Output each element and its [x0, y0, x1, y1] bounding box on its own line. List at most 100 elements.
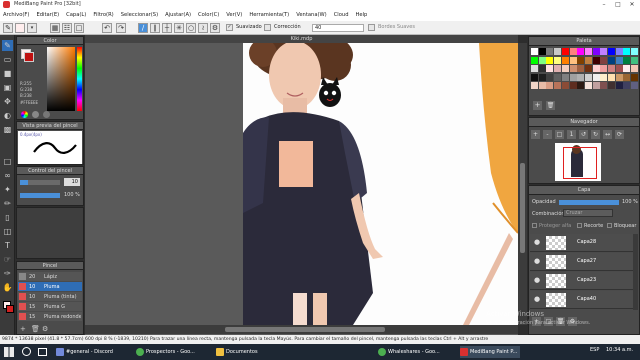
- palette-swatch[interactable]: [623, 73, 631, 81]
- palette-swatch[interactable]: [569, 48, 577, 55]
- taskbar-search-icon[interactable]: [22, 347, 31, 356]
- palette-swatch[interactable]: [554, 82, 562, 89]
- palette-swatch[interactable]: [584, 56, 592, 64]
- palette-swatch[interactable]: [546, 73, 554, 81]
- palette-swatch[interactable]: [546, 65, 554, 72]
- snap-circle-icon[interactable]: ○: [186, 23, 196, 33]
- visibility-eye-icon[interactable]: ●: [534, 276, 540, 284]
- correction-select[interactable]: 40: [312, 24, 364, 32]
- palette-swatch[interactable]: [577, 65, 585, 72]
- divide-tool-icon[interactable]: ◫: [2, 226, 13, 237]
- palette-swatch[interactable]: [631, 65, 639, 72]
- palette-swatch[interactable]: [600, 56, 608, 64]
- palette-swatch[interactable]: [577, 82, 585, 89]
- palette-swatch[interactable]: [631, 82, 639, 89]
- hue-strip[interactable]: [77, 47, 82, 111]
- layer-scrollbar[interactable]: [633, 234, 638, 310]
- menu-herramienta[interactable]: Herramienta(T): [249, 12, 289, 18]
- color-wheel-icon[interactable]: [21, 111, 28, 118]
- palette-add-icon[interactable]: +: [533, 101, 542, 110]
- palette-swatch[interactable]: [615, 82, 623, 89]
- menu-ventana[interactable]: Ventana(W): [296, 12, 326, 18]
- brush-size-value[interactable]: 10: [64, 178, 80, 186]
- layer-row[interactable]: ● Capa40: [530, 291, 638, 309]
- palette-swatch[interactable]: [592, 73, 600, 81]
- brush-size-slider[interactable]: [20, 180, 60, 185]
- palette-swatch[interactable]: [531, 65, 538, 72]
- palette-swatch[interactable]: [608, 65, 615, 72]
- vertical-scrollbar[interactable]: [518, 43, 527, 325]
- palette-swatch[interactable]: [569, 65, 577, 72]
- vertical-scroll-thumb[interactable]: [520, 163, 525, 253]
- brush-tool-icon[interactable]: ✎: [2, 40, 13, 51]
- menu-cloud[interactable]: Cloud: [334, 12, 349, 18]
- palette-swatch[interactable]: [631, 56, 639, 64]
- snap-parallel-icon[interactable]: ∥: [150, 23, 160, 33]
- layer-row[interactable]: ● Capa28: [530, 234, 638, 252]
- fill-rect-tool-icon[interactable]: ▣: [2, 82, 13, 93]
- palette-swatch[interactable]: [592, 48, 600, 55]
- snap-curve-icon[interactable]: ≀: [198, 23, 208, 33]
- palette-swatch[interactable]: [554, 56, 562, 64]
- palette-swatch[interactable]: [546, 56, 554, 64]
- palette-swatch[interactable]: [569, 56, 577, 64]
- hand-tool-icon[interactable]: ✋: [2, 282, 13, 293]
- palette-swatch[interactable]: [608, 73, 615, 81]
- menu-help[interactable]: Help: [356, 12, 368, 18]
- layer-row[interactable]: ● Capa27: [530, 253, 638, 271]
- minimize-icon[interactable]: –: [597, 0, 611, 9]
- palette-swatch[interactable]: [561, 65, 569, 72]
- palette-swatch[interactable]: [538, 82, 546, 89]
- palette-swatch[interactable]: [600, 65, 608, 72]
- menu-color[interactable]: Color(C): [198, 12, 219, 18]
- guide-icon[interactable]: □: [74, 23, 84, 33]
- magic-wand-tool-icon[interactable]: ✦: [2, 184, 13, 195]
- palette-swatch[interactable]: [569, 82, 577, 89]
- palette-swatch[interactable]: [615, 56, 623, 64]
- select-eraser-tool-icon[interactable]: ▯: [2, 212, 13, 223]
- palette-swatch[interactable]: [577, 73, 585, 81]
- palette-swatch[interactable]: [584, 48, 592, 55]
- windows-start-icon[interactable]: [4, 347, 14, 357]
- palette-swatch[interactable]: [569, 73, 577, 81]
- actual-size-icon[interactable]: 1: [567, 129, 576, 139]
- menu-seleccionar[interactable]: Seleccionar(S): [121, 12, 158, 18]
- brush-item[interactable]: 15 Pluma redondeada: [18, 312, 82, 321]
- palette-swatch[interactable]: [561, 56, 569, 64]
- antialias-checkbox[interactable]: ✓: [226, 24, 233, 31]
- taskbar-item-discord[interactable]: #general - Discord: [56, 346, 113, 358]
- document-tab[interactable]: Kiki.mdp: [85, 35, 518, 43]
- palette-swatch[interactable]: [600, 48, 608, 55]
- visibility-eye-icon[interactable]: ●: [534, 257, 540, 265]
- palette-swatch[interactable]: [631, 73, 639, 81]
- move-tool-icon[interactable]: ✥: [2, 96, 13, 107]
- taskbar-item-whaleshares[interactable]: Whaleshares - Goo...: [378, 346, 440, 358]
- artwork-canvas[interactable]: [243, 43, 518, 325]
- palette-swatch[interactable]: [623, 65, 631, 72]
- layer-opacity-slider[interactable]: [559, 200, 619, 205]
- palette-swatch[interactable]: [584, 65, 592, 72]
- select-tool-icon[interactable]: □: [2, 156, 13, 167]
- palette-swatch[interactable]: [561, 82, 569, 89]
- zoom-in-icon[interactable]: +: [531, 129, 540, 139]
- visibility-eye-icon[interactable]: ●: [534, 295, 540, 303]
- zoom-out-icon[interactable]: -: [543, 129, 552, 139]
- menu-filtro[interactable]: Filtro(R): [93, 12, 113, 18]
- palette-swatch[interactable]: [554, 48, 562, 55]
- color-history-icon[interactable]: [43, 111, 50, 118]
- fit-screen-icon[interactable]: □: [555, 129, 564, 139]
- text-tool-icon[interactable]: T: [2, 240, 13, 251]
- brush-item[interactable]: 15 Pluma G: [18, 302, 82, 311]
- clip-checkbox[interactable]: [577, 223, 582, 228]
- navigator-thumbnail[interactable]: [555, 143, 601, 181]
- palette-swatch[interactable]: [623, 56, 631, 64]
- menu-editar[interactable]: Editar(E): [36, 12, 59, 18]
- palette-swatch[interactable]: [631, 48, 639, 55]
- select-pen-tool-icon[interactable]: ✏: [2, 198, 13, 209]
- gradient-tool-icon[interactable]: ▩: [2, 124, 13, 135]
- horizontal-scroll-thumb[interactable]: [225, 327, 385, 332]
- lock-checkbox[interactable]: [607, 223, 612, 228]
- palette-swatch[interactable]: [538, 48, 546, 55]
- palette-swatch[interactable]: [608, 48, 615, 55]
- background-color-swatch[interactable]: [6, 305, 14, 313]
